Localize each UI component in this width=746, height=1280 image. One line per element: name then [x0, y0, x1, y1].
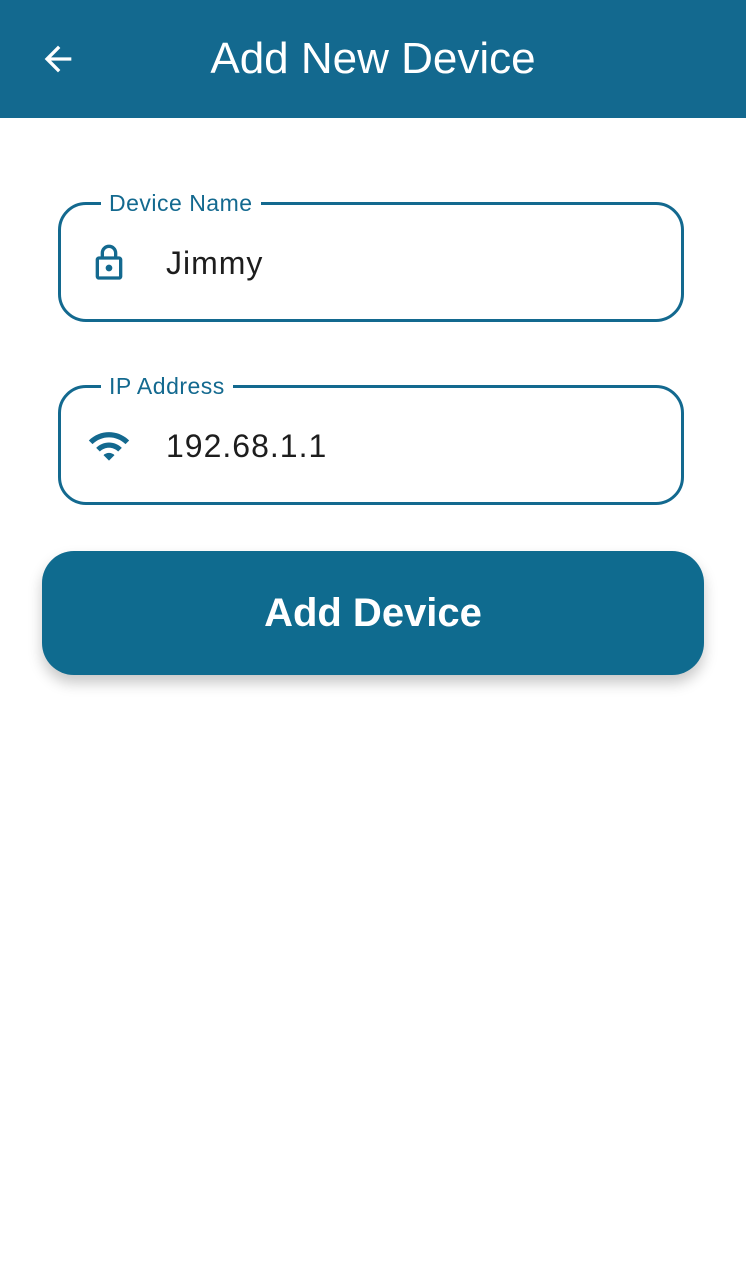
- add-device-screen: Add New Device Device Name IP Address Ad…: [0, 0, 746, 1280]
- ip-address-input[interactable]: [166, 418, 646, 474]
- page-title: Add New Device: [210, 34, 536, 83]
- wifi-icon: [87, 424, 131, 468]
- lock-icon: [87, 241, 131, 285]
- app-bar: Add New Device: [0, 0, 746, 118]
- ip-address-label: IP Address: [101, 371, 233, 401]
- device-name-field[interactable]: Device Name: [58, 188, 684, 322]
- ip-address-field[interactable]: IP Address: [58, 371, 684, 505]
- add-device-button[interactable]: Add Device: [42, 551, 704, 675]
- device-name-input[interactable]: [166, 235, 646, 291]
- device-name-label: Device Name: [101, 188, 261, 218]
